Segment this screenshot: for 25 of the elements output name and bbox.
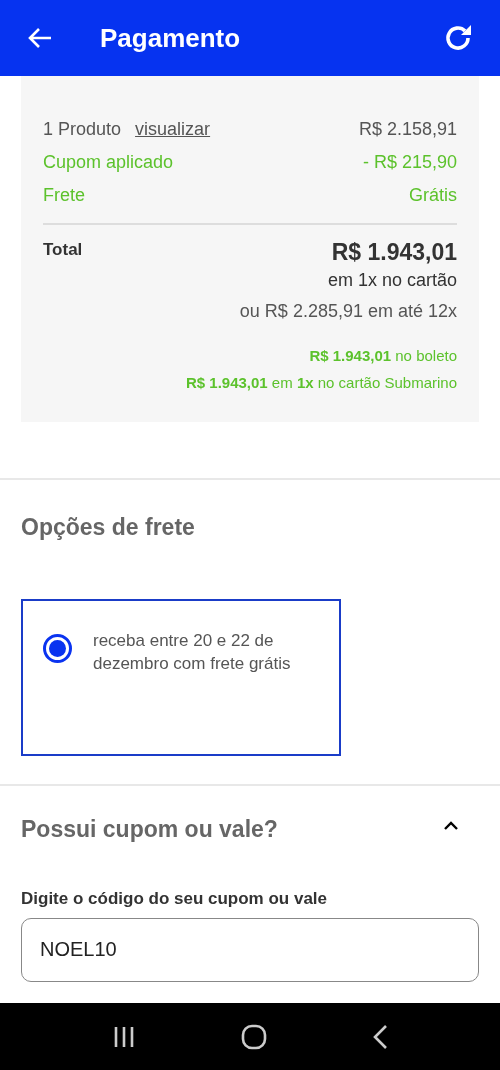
section-title: Opções de frete	[21, 513, 196, 542]
total-value: R$ 1.943,01	[331, 238, 457, 267]
page-title: Pagamento	[100, 21, 241, 55]
installments-text: ou R$ 2.285,91 em até 12x	[239, 300, 457, 323]
radio-button[interactable]	[43, 633, 72, 663]
payment-terms: em 1x no cartão	[327, 269, 457, 292]
summary-label: Cupom aplicado	[43, 151, 174, 174]
chevron-icon	[444, 821, 458, 830]
total-label: Total	[43, 239, 83, 261]
coupon-field[interactable]: NOEL10	[21, 917, 479, 982]
back-icon	[27, 27, 53, 49]
summary-value: - R$ 215,90	[362, 151, 457, 174]
summary-label: Frete	[43, 184, 85, 207]
offer-text: R$ 1.943,01 em 1x no cartão Submarino	[185, 372, 457, 393]
summary-value: R$ 2.158,91	[358, 118, 457, 141]
home-icon[interactable]	[241, 1023, 267, 1050]
field-label: Digite o código do seu cupom ou vale	[21, 888, 329, 910]
view-link[interactable]: visualizar	[135, 116, 211, 143]
shipping-option[interactable]: receba entre 20 e 22 de dezembro com frete grátis	[21, 598, 341, 756]
offer-text: R$ 1.943,01 no boleto	[309, 346, 457, 366]
summary-value: Grátis	[409, 184, 457, 207]
back-icon[interactable]	[371, 1023, 388, 1050]
summary-label: 1 Produto	[43, 118, 122, 141]
option-label: receba entre 20 e 22 de dezembro com frete grátis	[93, 629, 292, 675]
section-title: Possui cupom ou vale?	[21, 814, 278, 844]
